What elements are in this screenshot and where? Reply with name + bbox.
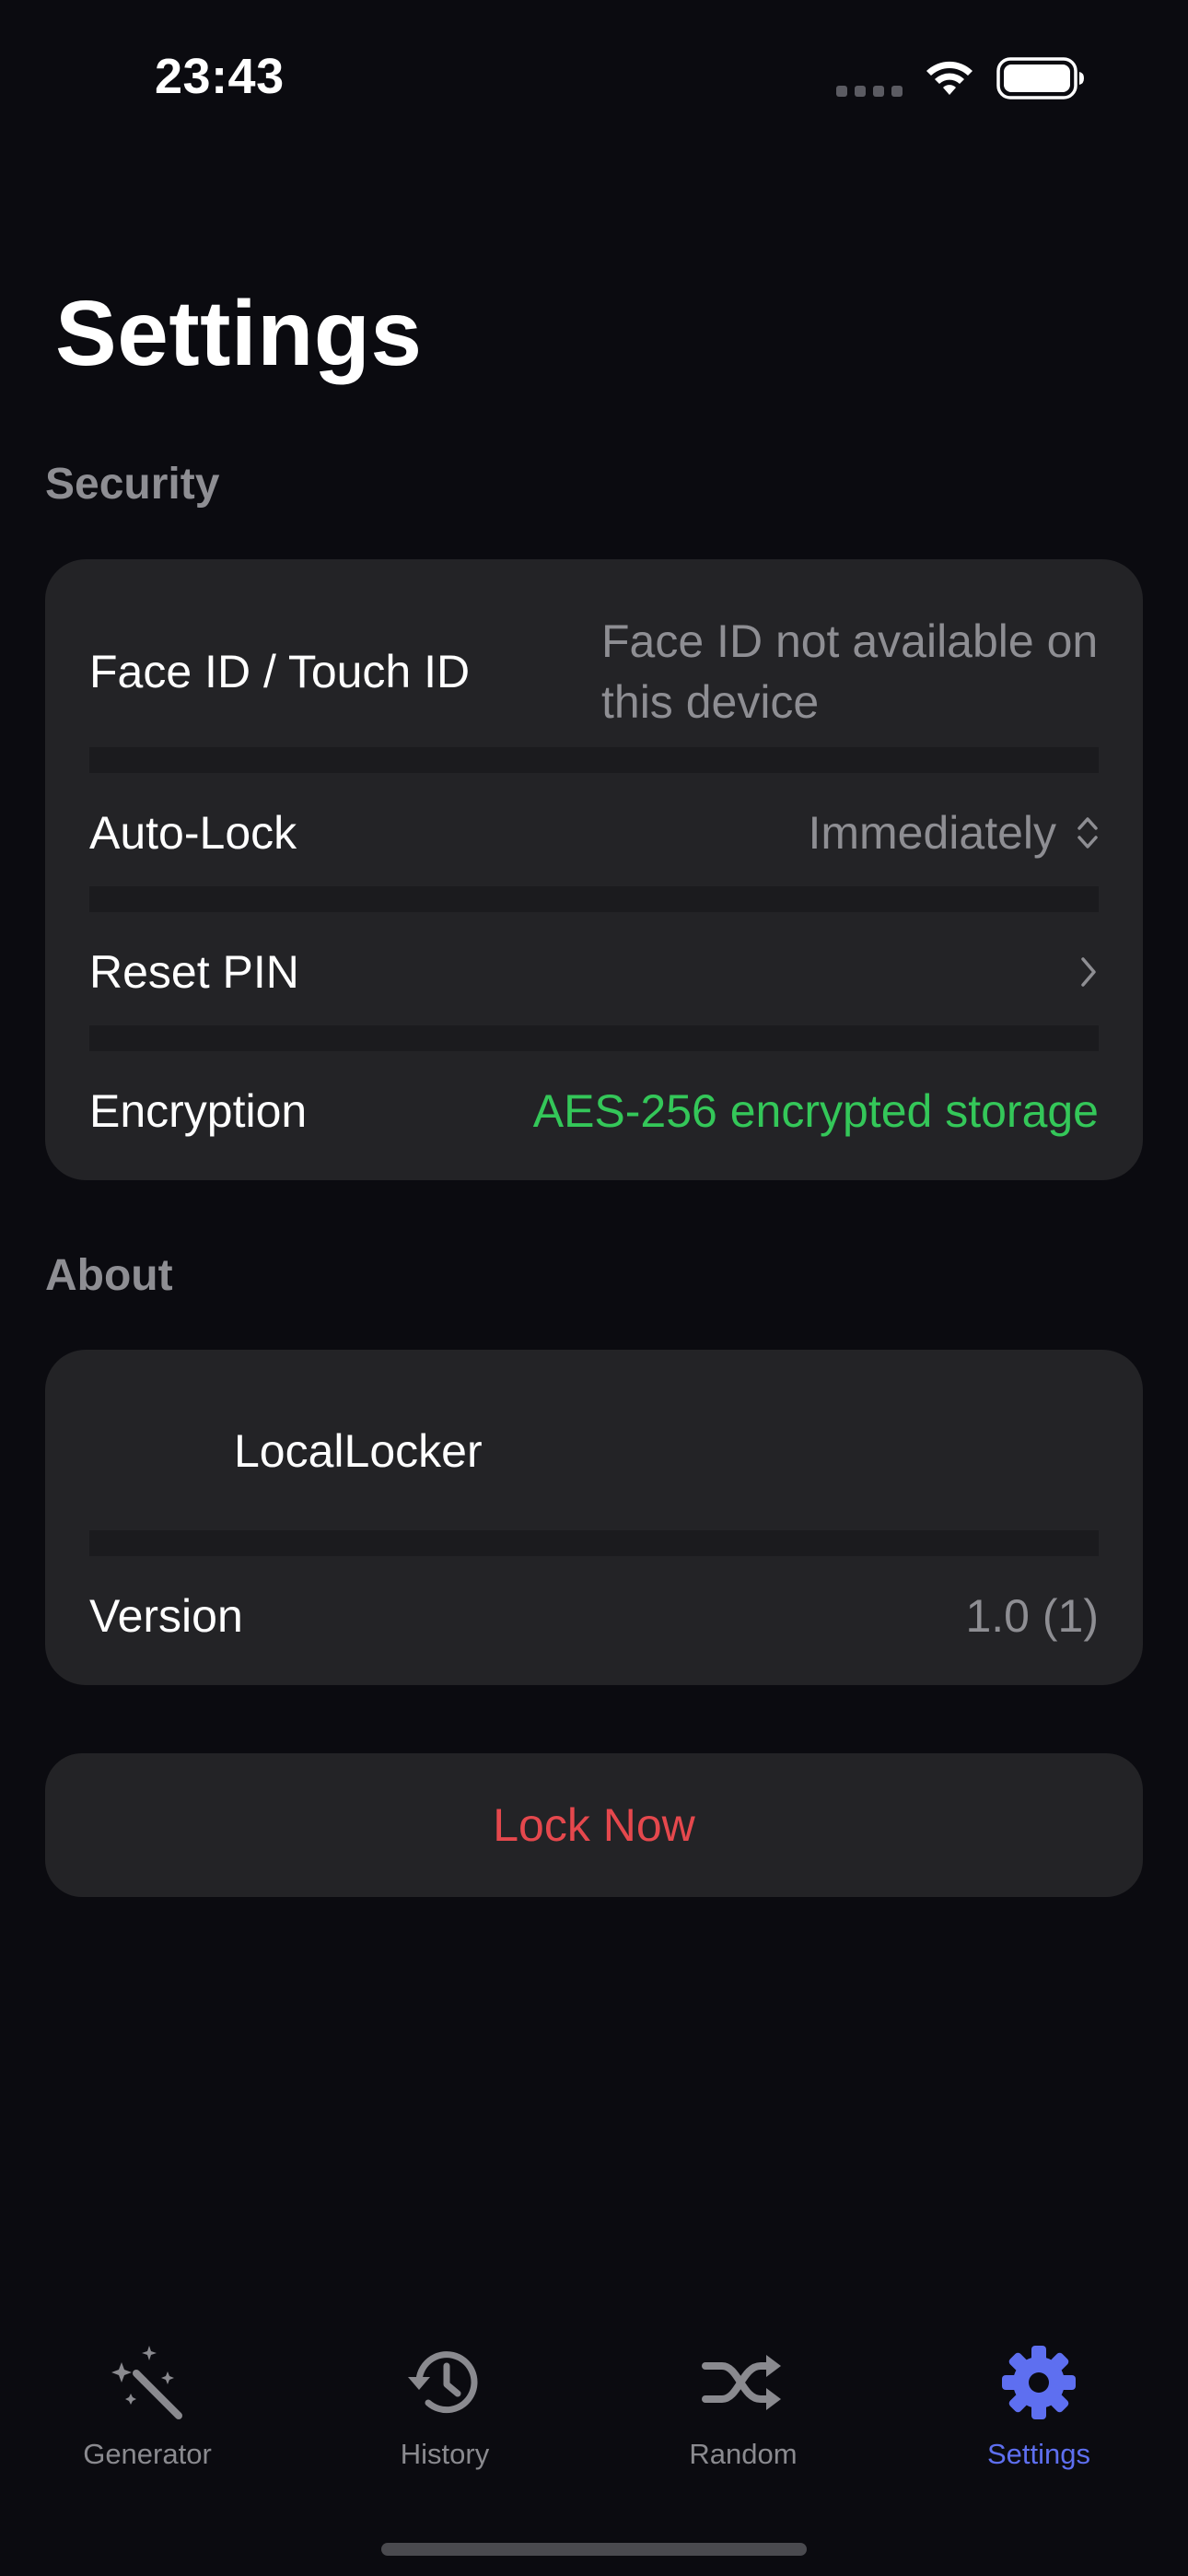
face-id-row[interactable]: Face ID / Touch ID Face ID not available… [89, 603, 1099, 740]
face-id-status-line2: this device [601, 676, 820, 728]
app-name: LocalLocker [234, 1425, 483, 1477]
tab-settings-label: Settings [986, 2438, 1090, 2470]
settings-screen: 23:43 Settings Security Face ID / Touch … [0, 0, 1188, 2576]
version-label: Version [89, 1590, 243, 1642]
page-title: Settings [55, 282, 423, 385]
magic-wand-icon [111, 2346, 182, 2419]
tab-generator-label: Generator [83, 2438, 212, 2470]
auto-lock-label: Auto-Lock [89, 807, 297, 859]
tab-settings[interactable]: Settings [938, 2340, 1140, 2471]
tab-bar: Generator History Random Settings [0, 2340, 1188, 2506]
divider [89, 747, 1099, 773]
gear-icon [1002, 2346, 1076, 2419]
battery-icon [996, 57, 1084, 100]
auto-lock-row[interactable]: Auto-Lock Immediately [89, 773, 1099, 893]
security-section-header: Security [45, 460, 220, 509]
lock-now-button[interactable]: Lock Now [45, 1753, 1143, 1897]
about-section-header: About [45, 1251, 173, 1300]
encryption-row: Encryption AES-256 encrypted storage [89, 1051, 1099, 1171]
tab-generator[interactable]: Generator [46, 2340, 249, 2471]
face-id-status: Face ID not available on this device [601, 611, 1099, 732]
divider [89, 1025, 1099, 1051]
reset-pin-label: Reset PIN [89, 946, 299, 998]
auto-lock-picker[interactable]: Immediately [808, 806, 1099, 860]
tab-history-label: History [400, 2438, 490, 2470]
status-time: 23:43 [155, 49, 285, 104]
face-id-status-line1: Face ID not available on [601, 615, 1099, 667]
home-indicator [381, 2543, 807, 2556]
version-value: 1.0 (1) [965, 1590, 1099, 1642]
chevron-right-icon [1081, 957, 1096, 987]
encryption-label: Encryption [89, 1085, 308, 1137]
app-name-row: LocalLocker [89, 1387, 1099, 1516]
encryption-status: AES-256 encrypted storage [532, 1085, 1099, 1137]
version-row: Version 1.0 (1) [89, 1556, 1099, 1676]
divider [89, 886, 1099, 912]
face-id-label: Face ID / Touch ID [89, 646, 471, 697]
security-card: Face ID / Touch ID Face ID not available… [45, 559, 1143, 1180]
history-clock-icon [408, 2351, 478, 2414]
status-indicators [836, 57, 1085, 100]
cellular-signal-icon [836, 86, 903, 97]
chevron-up-down-icon [1077, 817, 1098, 849]
about-card: LocalLocker Version 1.0 (1) [45, 1350, 1143, 1685]
divider [89, 1530, 1099, 1556]
wifi-icon [926, 61, 973, 95]
tab-history[interactable]: History [344, 2340, 546, 2471]
tab-random[interactable]: Random [642, 2340, 844, 2471]
reset-pin-row[interactable]: Reset PIN [89, 912, 1099, 1032]
auto-lock-value: Immediately [808, 807, 1056, 859]
tab-random-label: Random [689, 2438, 798, 2470]
shuffle-icon [702, 2355, 781, 2410]
